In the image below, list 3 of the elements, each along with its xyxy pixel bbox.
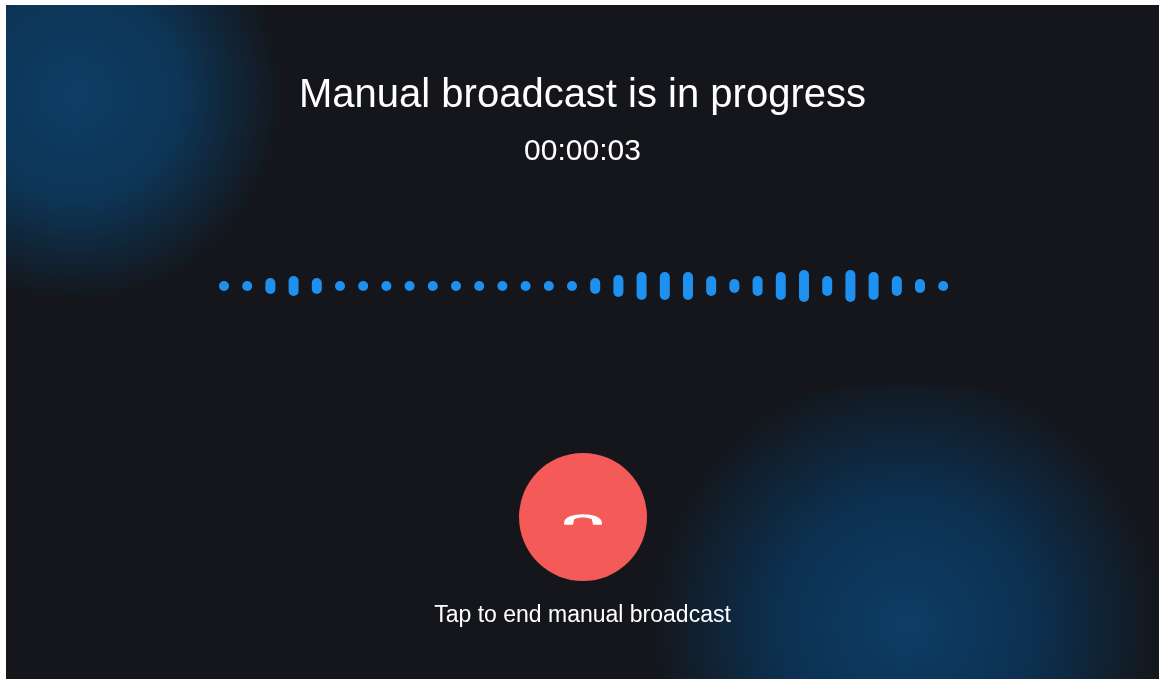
broadcast-title: Manual broadcast is in progress (299, 70, 866, 117)
end-broadcast-hint: Tap to end manual broadcast (434, 600, 731, 629)
elapsed-timer: 00:00:03 (524, 132, 641, 168)
